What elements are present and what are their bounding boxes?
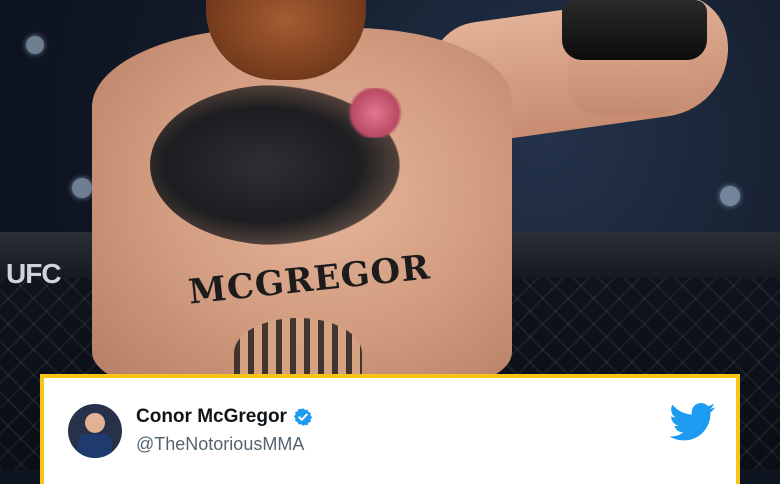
avatar[interactable] <box>68 404 122 458</box>
chest-tattoo-accent <box>345 88 405 138</box>
bokeh-light <box>26 36 44 54</box>
twitter-bird-icon[interactable] <box>670 402 716 442</box>
author-name[interactable]: Conor McGregor <box>136 406 287 428</box>
mma-glove <box>562 0 707 60</box>
author-handle[interactable]: @TheNotoriousMMA <box>136 434 304 455</box>
avatar-suit <box>78 434 112 458</box>
tweet-author-row: Conor McGregor <box>136 406 313 428</box>
bokeh-light <box>72 178 92 198</box>
bokeh-light <box>720 186 740 206</box>
tweet-card[interactable]: Conor McGregor @TheNotoriousMMA <box>40 374 740 484</box>
cage-logo: UFC <box>6 258 62 289</box>
verified-badge-icon <box>293 408 313 426</box>
